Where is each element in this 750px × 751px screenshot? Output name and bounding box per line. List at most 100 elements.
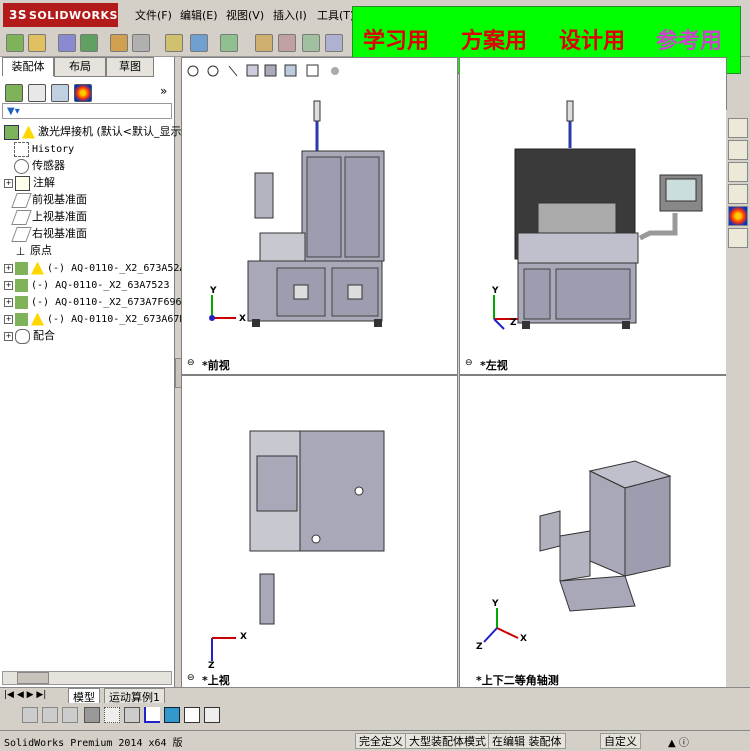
bottom-tab-bar: |◀ ◀ ▶ ▶| 模型 运动算例1 <box>0 687 750 706</box>
menu-view[interactable]: 视图(V) <box>226 7 264 23</box>
cube-icon[interactable] <box>164 707 180 723</box>
left-view-drawing <box>493 100 703 330</box>
open-icon[interactable] <box>28 34 46 52</box>
form-icon[interactable] <box>184 707 200 723</box>
display-manager-icon[interactable] <box>74 84 92 102</box>
viewport-top[interactable]: X Z ⊖ *上视 <box>181 375 458 688</box>
status-mode: 大型装配体模式 <box>405 733 490 749</box>
assembly-icon[interactable] <box>110 34 128 52</box>
tab-sketch[interactable]: 草图 <box>106 57 154 77</box>
menu-edit[interactable]: 编辑(E) <box>180 7 218 23</box>
menu-insert[interactable]: 插入(I) <box>273 7 307 23</box>
tree-item-history[interactable]: History <box>14 140 74 157</box>
expand-chevron-icon[interactable]: » <box>160 84 167 98</box>
tab-assembly[interactable]: 装配体 <box>2 57 54 76</box>
axis-icon[interactable] <box>144 707 160 723</box>
design-library-icon[interactable] <box>728 140 748 160</box>
scrollbar-thumb[interactable] <box>17 672 49 684</box>
tree-item-component[interactable]: + (-) AQ-0110-_X2_63A7523 <box>4 276 169 293</box>
top-view-drawing <box>211 430 385 661</box>
tree-item-component[interactable]: + (-) AQ-0110-_X2_673A7F696 <box>4 293 182 310</box>
menu-tools[interactable]: 工具(T) <box>317 7 354 23</box>
move-icon[interactable] <box>80 34 98 52</box>
file-explorer-icon[interactable] <box>728 162 748 182</box>
tree-item-right-plane[interactable]: 右视基准面 <box>11 225 87 242</box>
tool-icon[interactable] <box>22 707 38 723</box>
filter-bar[interactable]: ▼▾ <box>2 103 172 119</box>
home-icon[interactable] <box>728 118 748 138</box>
paperclip-icon[interactable] <box>58 34 76 52</box>
status-bar: SolidWorks Premium 2014 x64 版 完全定义 大型装配体… <box>0 730 750 751</box>
component-icon[interactable] <box>165 34 183 52</box>
plane-icon <box>11 192 32 208</box>
expand-icon[interactable]: + <box>4 297 13 307</box>
status-custom[interactable]: 自定义 <box>600 733 641 749</box>
view-label-iso: *上下二等角轴测 <box>476 674 559 687</box>
expand-icon[interactable]: + <box>4 263 13 273</box>
view-link-icon: ⊖ <box>187 673 195 683</box>
banner-word-reference: 参考用 <box>656 29 723 54</box>
tree-item-annotations[interactable]: + 注解 <box>4 174 55 191</box>
mate-icon[interactable] <box>255 34 273 52</box>
tree-item-component[interactable]: + (-) AQ-0110-_X2_673A52A <box>4 259 185 276</box>
tree-root[interactable]: 激光焊接机 (默认<默认_显示 <box>4 123 182 140</box>
feature-icon[interactable] <box>325 34 343 52</box>
status-app-name: SolidWorks Premium 2014 x64 版 <box>4 738 183 749</box>
assembly-icon <box>4 124 19 140</box>
table-icon[interactable] <box>124 707 140 723</box>
component-icon <box>15 278 28 292</box>
sensor-icon <box>14 158 29 174</box>
expand-icon[interactable]: + <box>4 178 13 188</box>
axis-z-label: Z <box>510 318 517 328</box>
view-link-icon: ⊖ <box>187 358 195 368</box>
tree-item-sensors[interactable]: 传感器 <box>14 157 65 174</box>
tree-scrollbar[interactable] <box>2 671 172 685</box>
view-orientation-icon <box>264 64 277 77</box>
tree-item-origin[interactable]: ⊥ 原点 <box>14 242 52 259</box>
banner-word-study: 学习用 <box>363 29 430 54</box>
zoom-area-icon <box>207 65 219 77</box>
feature-tree-icon[interactable] <box>5 84 23 102</box>
viewport-front[interactable]: Y X ⊖ *前视 <box>181 57 458 375</box>
expand-icon[interactable]: + <box>4 314 13 324</box>
heads-up-toolbar[interactable] <box>185 62 365 80</box>
expand-icon[interactable]: + <box>4 331 13 341</box>
custom-properties-icon[interactable] <box>728 228 748 248</box>
warning-icon <box>31 312 44 326</box>
iso-view-drawing <box>483 460 672 643</box>
smart-fastener-icon[interactable] <box>220 34 238 52</box>
view-label-front: *前视 <box>202 359 230 372</box>
bottom-toolbar <box>0 703 230 727</box>
insert-part-icon[interactable] <box>190 34 208 52</box>
configuration-icon[interactable] <box>51 84 69 102</box>
component-icon <box>15 312 28 326</box>
tool-icon[interactable] <box>62 707 78 723</box>
appearance-icon <box>331 67 339 75</box>
menu-file[interactable]: 文件(F) <box>135 7 172 23</box>
tree-item-front-plane[interactable]: 前视基准面 <box>11 191 87 208</box>
solidworks-logo[interactable]: 3S SOLIDWORKS <box>3 3 118 27</box>
appearances-icon[interactable] <box>728 206 748 226</box>
sketch-icon[interactable] <box>302 34 320 52</box>
viewport-left[interactable]: Y Z ⊖ *左视 <box>459 57 727 375</box>
previous-view-icon <box>228 65 238 77</box>
tree-item-component[interactable]: + (-) AQ-0110-_X2_673A67D <box>4 310 185 327</box>
tool-icon[interactable] <box>42 707 58 723</box>
status-help-icon[interactable]: ▲ ⓘ <box>668 734 689 749</box>
explode-icon[interactable] <box>278 34 296 52</box>
new-icon[interactable] <box>6 34 24 52</box>
expand-icon[interactable]: + <box>4 280 13 290</box>
banner-word-design: 设计用 <box>559 29 626 54</box>
tree-item-top-plane[interactable]: 上视基准面 <box>11 208 87 225</box>
tree-item-mates[interactable]: + 配合 <box>4 327 55 344</box>
tab-layout[interactable]: 布局 <box>54 57 106 77</box>
property-manager-icon[interactable] <box>28 84 46 102</box>
table-view-icon[interactable] <box>204 707 220 723</box>
list-icon[interactable] <box>84 707 100 723</box>
tab-scroll-icons[interactable]: |◀ ◀ ▶ ▶| <box>4 690 46 700</box>
view-palette-icon[interactable] <box>728 184 748 204</box>
axis-x-label: X <box>240 632 247 642</box>
rotate-icon[interactable] <box>132 34 150 52</box>
grid-icon[interactable] <box>104 707 120 723</box>
viewport-iso[interactable]: Y X Z *上下二等角轴测 <box>459 375 727 688</box>
